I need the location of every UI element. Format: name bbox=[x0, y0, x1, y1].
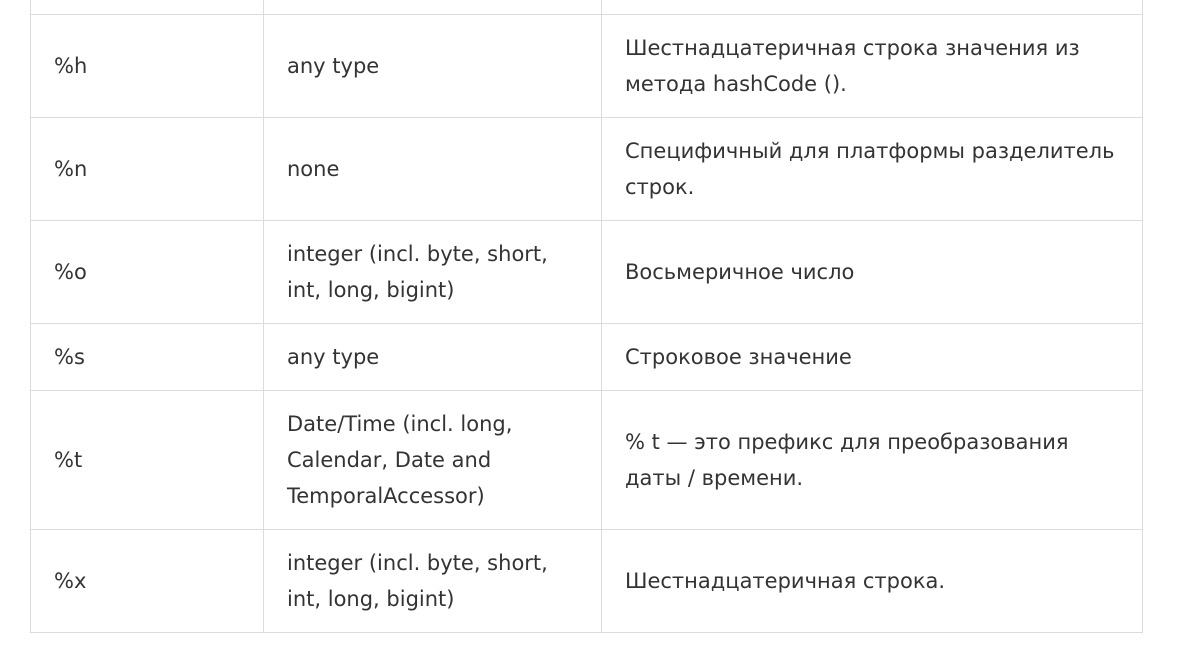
table-row: %h any type Шестнадцатеричная строка зна… bbox=[30, 14, 1143, 118]
specifier-cell: %o bbox=[30, 220, 264, 324]
table-row-partial bbox=[30, 0, 1143, 15]
type-text: integer (incl. byte, short, int, long, b… bbox=[287, 242, 548, 302]
type-text: none bbox=[287, 157, 340, 181]
description-cell: Строковое значение bbox=[601, 323, 1143, 391]
specifier-text: %h bbox=[54, 54, 88, 78]
description-text: Восьмеричное число bbox=[625, 260, 855, 284]
table-row: %s any type Строковое значение bbox=[30, 323, 1143, 391]
description-text: Шестнадцатеричная строка значения из мет… bbox=[625, 36, 1080, 96]
type-cell: Date/Time (incl. long, Calendar, Date an… bbox=[263, 390, 602, 530]
specifier-text: %s bbox=[54, 345, 85, 369]
type-cell: integer (incl. byte, short, int, long, b… bbox=[263, 220, 602, 324]
description-cell: Шестнадцатеричная строка значения из мет… bbox=[601, 14, 1143, 118]
specifier-cell: %s bbox=[30, 323, 264, 391]
specifier-text: %t bbox=[54, 448, 83, 472]
type-text: integer (incl. byte, short, int, long, b… bbox=[287, 551, 548, 611]
specifier-cell: %x bbox=[30, 529, 264, 633]
description-text: Шестнадцатеричная строка. bbox=[625, 569, 946, 593]
specifier-text: %n bbox=[54, 157, 88, 181]
description-text: Строковое значение bbox=[625, 345, 852, 369]
table-cell bbox=[601, 0, 1143, 15]
type-cell: any type bbox=[263, 14, 602, 118]
type-text: any type bbox=[287, 54, 380, 78]
specifier-text: %o bbox=[54, 260, 87, 284]
description-text: Специфичный для платформы разделитель ст… bbox=[625, 139, 1115, 199]
table-row: %o integer (incl. byte, short, int, long… bbox=[30, 220, 1143, 324]
specifier-text: %x bbox=[54, 569, 87, 593]
format-specifiers-table: %h any type Шестнадцатеричная строка зна… bbox=[30, 0, 1143, 633]
description-cell: Восьмеричное число bbox=[601, 220, 1143, 324]
description-cell: Специфичный для платформы разделитель ст… bbox=[601, 117, 1143, 221]
table-row: %x integer (incl. byte, short, int, long… bbox=[30, 529, 1143, 633]
specifier-cell: %n bbox=[30, 117, 264, 221]
description-cell: Шестнадцатеричная строка. bbox=[601, 529, 1143, 633]
table-cell bbox=[263, 0, 602, 15]
specifier-cell: %h bbox=[30, 14, 264, 118]
description-text: % t — это префикс для преобразования дат… bbox=[625, 430, 1069, 490]
description-cell: % t — это префикс для преобразования дат… bbox=[601, 390, 1143, 530]
specifier-cell: %t bbox=[30, 390, 264, 530]
table-row: %n none Специфичный для платформы раздел… bbox=[30, 117, 1143, 221]
type-cell: any type bbox=[263, 323, 602, 391]
table-cell bbox=[30, 0, 264, 15]
type-text: any type bbox=[287, 345, 380, 369]
table-row: %t Date/Time (incl. long, Calendar, Date… bbox=[30, 390, 1143, 530]
format-specifiers-table-container: %h any type Шестнадцатеричная строка зна… bbox=[30, 0, 1143, 633]
type-cell: none bbox=[263, 117, 602, 221]
type-cell: integer (incl. byte, short, int, long, b… bbox=[263, 529, 602, 633]
type-text: Date/Time (incl. long, Calendar, Date an… bbox=[287, 412, 513, 508]
